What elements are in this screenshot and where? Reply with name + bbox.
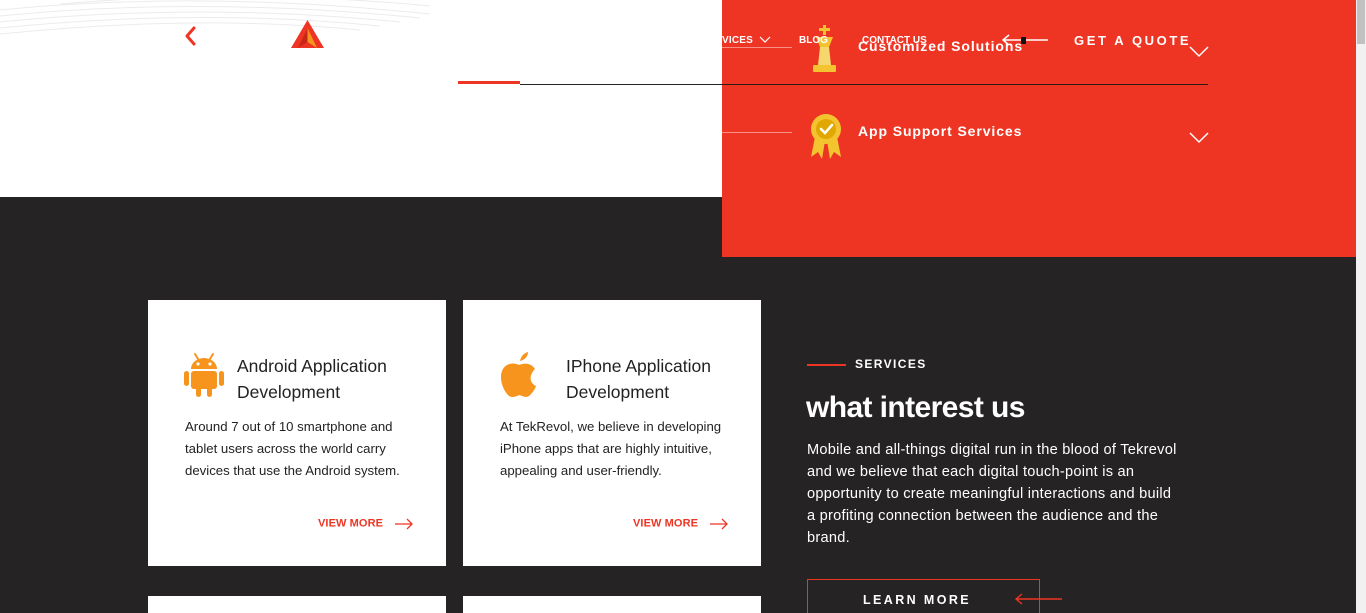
view-more-label: VIEW MORE xyxy=(633,517,699,530)
android-icon xyxy=(184,353,224,397)
chevron-left-icon[interactable] xyxy=(181,24,201,48)
scrollbar-thumb[interactable] xyxy=(1357,0,1365,44)
chevron-down-icon[interactable] xyxy=(1188,131,1210,145)
nav-blog-link[interactable]: BLOG xyxy=(799,35,828,46)
service-card-iphone[interactable]: IPhone Application Development At TekRev… xyxy=(463,300,761,566)
cursor-marker xyxy=(1021,37,1026,44)
service-card-next[interactable] xyxy=(463,596,761,613)
triangle-logo-icon[interactable] xyxy=(291,20,324,48)
apple-icon xyxy=(500,352,536,397)
learn-more-label: LEARN MORE xyxy=(863,593,972,607)
arrow-right-icon xyxy=(710,518,729,529)
arrow-right-icon xyxy=(395,518,414,529)
mega-menu-connector-line xyxy=(722,47,792,48)
view-more-link[interactable]: VIEW MORE xyxy=(633,513,729,533)
card-description: At TekRevol, we believe in developing iP… xyxy=(500,419,722,478)
chevron-down-icon[interactable] xyxy=(1188,45,1210,59)
card-title: IPhone Application Development xyxy=(566,356,711,402)
section-eyebrow: SERVICES xyxy=(855,357,927,371)
get-a-quote-button[interactable]: GET A QUOTE xyxy=(1074,33,1191,48)
learn-more-button[interactable]: LEARN MORE xyxy=(807,579,1040,613)
chevron-down-icon[interactable] xyxy=(759,36,771,44)
hero-accent-underline xyxy=(458,81,520,84)
card-title: Android Application Development xyxy=(237,356,387,402)
hero-divider-line xyxy=(520,84,722,85)
mega-menu-item-label: App Support Services xyxy=(858,123,1023,139)
section-heading: what interest us xyxy=(806,391,1025,424)
section-body-text: Mobile and all-things digital run in the… xyxy=(807,442,1177,546)
eyebrow-accent-line xyxy=(807,364,846,366)
scrollbar-track[interactable] xyxy=(1356,0,1366,613)
view-more-label: VIEW MORE xyxy=(318,517,384,530)
mega-menu-item-app-support-services[interactable]: App Support Services xyxy=(806,111,1216,171)
service-card-android[interactable]: Android Application Development Around 7… xyxy=(148,300,446,566)
view-more-link[interactable]: VIEW MORE xyxy=(318,513,414,533)
nav-contact-link[interactable]: CONTACT US xyxy=(862,35,927,46)
hero-line-pattern xyxy=(0,0,430,35)
card-description: Around 7 out of 10 smartphone and tablet… xyxy=(185,419,400,478)
nav-services-link[interactable]: VICES xyxy=(722,35,753,46)
service-card-next[interactable] xyxy=(148,596,446,613)
mega-menu-connector-line xyxy=(722,132,792,133)
award-badge-icon xyxy=(811,114,841,159)
arrow-left-icon xyxy=(1014,593,1062,605)
chess-king-icon xyxy=(813,25,836,72)
